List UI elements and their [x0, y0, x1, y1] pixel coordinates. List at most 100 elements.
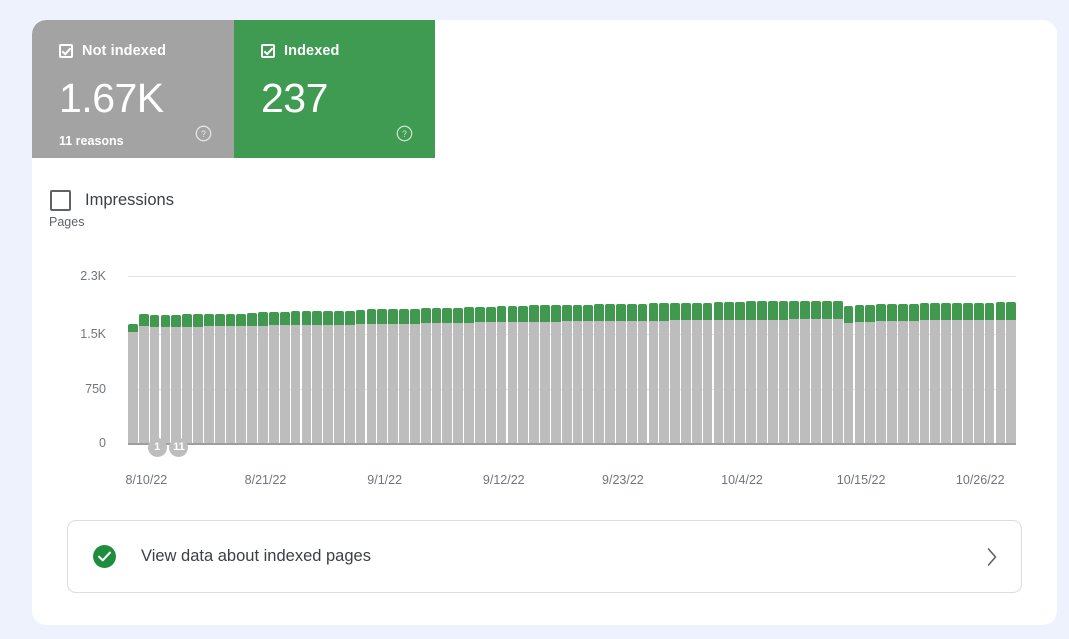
chart-bar[interactable]	[226, 314, 236, 443]
chart-bar[interactable]	[985, 303, 995, 443]
chart-bar[interactable]	[399, 309, 409, 443]
chart-bar[interactable]	[1006, 302, 1016, 443]
chart-bar[interactable]	[844, 306, 854, 443]
chart-bar[interactable]	[442, 308, 452, 443]
chart-bar[interactable]	[323, 311, 333, 444]
chart-bar[interactable]	[594, 304, 604, 443]
chart-bar[interactable]	[941, 303, 951, 443]
chart-bar[interactable]	[236, 314, 246, 443]
chart-bar[interactable]	[638, 304, 648, 443]
chart-bar[interactable]	[280, 312, 290, 443]
chart-bar[interactable]	[898, 304, 908, 443]
chart-bar[interactable]	[377, 309, 387, 443]
chart-bar[interactable]	[616, 304, 626, 443]
chart-bar[interactable]	[421, 308, 431, 443]
chart-bar[interactable]	[497, 306, 507, 443]
chart-bar[interactable]	[410, 309, 420, 443]
chart-bar[interactable]	[302, 311, 312, 443]
chart-bar[interactable]	[345, 311, 355, 444]
chart-bar[interactable]	[735, 302, 745, 443]
chart-bar[interactable]	[529, 305, 539, 443]
chart-bar[interactable]	[464, 307, 474, 443]
chart-bar[interactable]	[800, 301, 810, 443]
chart-bar[interactable]	[182, 314, 192, 443]
chart-bar[interactable]	[518, 306, 528, 443]
chart-bar[interactable]	[703, 303, 713, 443]
chart-bar[interactable]	[876, 304, 886, 443]
chart-bar[interactable]	[215, 314, 225, 443]
view-indexed-pages-link[interactable]: View data about indexed pages	[67, 520, 1022, 593]
chart-bar[interactable]	[171, 315, 181, 444]
chart-annotation-badge[interactable]: 11	[169, 438, 188, 457]
chart-bar[interactable]	[583, 305, 593, 443]
chart-bar[interactable]	[659, 303, 669, 443]
chart-bar[interactable]	[573, 305, 583, 443]
chart-bar[interactable]	[453, 308, 463, 443]
chart-bar[interactable]	[779, 301, 789, 443]
chart-bar[interactable]	[855, 305, 865, 443]
chart-bar[interactable]	[963, 303, 973, 443]
chart-bar[interactable]	[291, 311, 301, 443]
chart-bar[interactable]	[508, 306, 518, 443]
chart-bar[interactable]	[312, 311, 322, 443]
status-tile-not-indexed[interactable]: Not indexed 1.67K 11 reasons ?	[32, 20, 234, 158]
chart-bar[interactable]	[670, 303, 680, 443]
chart-bar[interactable]	[356, 310, 366, 443]
chart-bar[interactable]	[627, 304, 637, 443]
chart-bar[interactable]	[833, 301, 843, 443]
chart-bar[interactable]	[269, 312, 279, 443]
chart-bar[interactable]	[551, 305, 561, 443]
help-circle-icon[interactable]: ?	[195, 125, 212, 142]
chart-bar[interactable]	[139, 314, 149, 443]
chart-bar[interactable]	[432, 308, 442, 443]
chart-bar[interactable]	[388, 309, 398, 443]
chart-bar[interactable]	[811, 301, 821, 443]
bar-segment-not-indexed	[421, 323, 431, 443]
chart-bar[interactable]	[930, 303, 940, 443]
chart-bar[interactable]	[161, 315, 171, 444]
chart-bar[interactable]	[258, 312, 268, 443]
chart-bar[interactable]	[367, 309, 377, 443]
bar-segment-indexed	[714, 302, 724, 320]
chart-bar[interactable]	[952, 303, 962, 443]
chart-bar[interactable]	[974, 303, 984, 443]
bar-segment-not-indexed	[399, 324, 409, 443]
chart-bar[interactable]	[540, 305, 550, 443]
chevron-right-icon[interactable]	[985, 546, 999, 568]
chart-bar[interactable]	[649, 303, 659, 443]
bar-segment-indexed	[182, 314, 192, 327]
chart-bar[interactable]	[920, 303, 930, 443]
chart-bar[interactable]	[334, 311, 344, 444]
chart-bar[interactable]	[768, 301, 778, 443]
chart-bar[interactable]	[714, 302, 724, 443]
chart-bar[interactable]	[909, 304, 919, 443]
bar-segment-not-indexed	[594, 321, 604, 443]
chart-bar[interactable]	[996, 302, 1006, 443]
bar-segment-indexed	[811, 301, 821, 319]
chart-bar[interactable]	[865, 305, 875, 443]
chart-bar[interactable]	[822, 301, 832, 443]
chart-bar[interactable]	[757, 301, 767, 443]
chart-bar[interactable]	[681, 303, 691, 443]
chart-bar[interactable]	[746, 301, 756, 443]
help-circle-icon[interactable]: ?	[396, 125, 413, 142]
chart-bar[interactable]	[475, 307, 485, 443]
chart-bar[interactable]	[247, 313, 257, 443]
bar-segment-not-indexed	[920, 320, 930, 443]
chart-bar[interactable]	[692, 303, 702, 443]
chart-bar[interactable]	[605, 304, 615, 443]
not-indexed-checkbox[interactable]	[59, 44, 73, 58]
chart-annotation-badge[interactable]: 1	[148, 438, 167, 457]
indexed-checkbox[interactable]	[261, 44, 275, 58]
chart-bar[interactable]	[724, 302, 734, 443]
chart-bar[interactable]	[789, 301, 799, 443]
chart-bar[interactable]	[150, 315, 160, 444]
impressions-checkbox[interactable]	[50, 190, 71, 211]
status-tile-indexed[interactable]: Indexed 237 ?	[234, 20, 435, 158]
chart-bar[interactable]	[887, 304, 897, 443]
chart-bar[interactable]	[128, 324, 138, 443]
chart-bar[interactable]	[486, 307, 496, 443]
chart-bar[interactable]	[193, 314, 203, 443]
chart-bar[interactable]	[204, 314, 214, 443]
chart-bar[interactable]	[562, 305, 572, 443]
